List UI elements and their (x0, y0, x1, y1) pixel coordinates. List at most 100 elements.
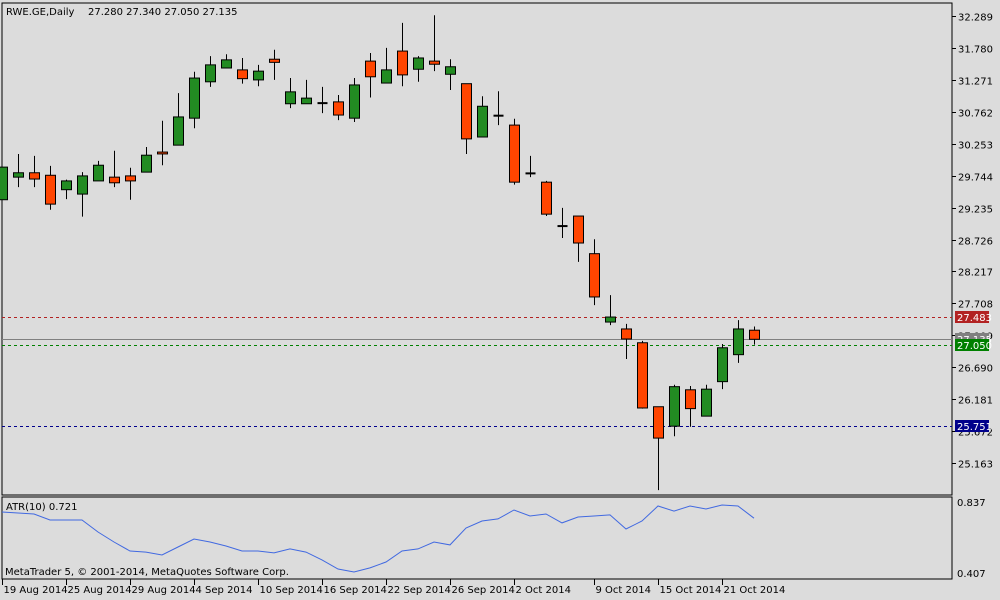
bullish-candle-body (141, 154, 152, 173)
candle (413, 56, 424, 82)
candle (349, 78, 360, 122)
price-axis-label: 28.217 (958, 268, 993, 279)
bearish-candle-body (461, 83, 472, 140)
candle (189, 71, 200, 129)
date-axis-label: 10 Sep 2014 (260, 585, 323, 596)
date-axis-label: 9 Oct 2014 (596, 585, 651, 596)
candle (669, 384, 680, 437)
candle (749, 326, 760, 345)
candle (573, 215, 584, 262)
bearish-candle-body (333, 101, 344, 116)
candle (157, 120, 168, 166)
price-chart[interactable]: 32.289 31.780 31.271 30.762 30.253 29.744 29.2… (0, 0, 1000, 600)
bullish-candle-body (285, 91, 296, 105)
bearish-candle-body (621, 328, 632, 340)
price-axis-label: 26.181 (958, 396, 993, 407)
candle (733, 320, 744, 363)
price-axis-label: 31.271 (958, 77, 993, 88)
bearish-candle-body (541, 181, 552, 215)
candle (93, 160, 104, 182)
candle (285, 78, 296, 109)
bullish-candle-body (205, 64, 216, 83)
candle (509, 118, 520, 185)
candle (653, 406, 664, 491)
candle (317, 86, 328, 114)
candle (253, 64, 264, 87)
candle (525, 155, 536, 178)
candle (333, 94, 344, 121)
bullish-candle-body (13, 172, 24, 178)
date-axis-label: 26 Sep 2014 (452, 585, 515, 596)
bullish-candle-body (381, 69, 392, 84)
atr-axis-bottom: 0.407 (957, 569, 986, 580)
candle (717, 344, 728, 390)
bearish-candle-body (237, 69, 248, 80)
bearish-candle-body (157, 151, 168, 155)
candle (493, 91, 504, 126)
date-axis-label: 15 Oct 2014 (660, 585, 722, 596)
symbol-info: RWE.GE,Daily (6, 7, 75, 18)
bearish-candle-body (269, 58, 280, 63)
candle (397, 22, 408, 87)
bearish-candle-body (29, 172, 40, 180)
bullish-candle-body (173, 116, 184, 146)
price-axis-label: 28.726 (958, 237, 993, 248)
candle (621, 323, 632, 360)
candle (589, 239, 600, 306)
candle (61, 179, 72, 200)
bullish-candle-body (445, 66, 456, 75)
candle (445, 59, 456, 90)
date-axis-label: 21 Oct 2014 (724, 585, 786, 596)
price-axis-label: 30.253 (958, 141, 993, 152)
bearish-candle-body (589, 253, 600, 298)
date-axis-label: 4 Sep 2014 (196, 585, 253, 596)
bullish-candle-body (349, 84, 360, 119)
bearish-candle-body (637, 342, 648, 409)
atr-line (1, 504, 755, 573)
candle (77, 172, 88, 217)
date-axis-label: 2 Oct 2014 (516, 585, 571, 596)
bearish-candle-body (509, 124, 520, 183)
candle (29, 155, 40, 188)
candle (141, 147, 152, 173)
atr-axis-top: 0.837 (957, 498, 986, 509)
bearish-candle-body (397, 50, 408, 76)
main-chart-frame (1, 2, 953, 496)
candle (125, 167, 136, 200)
date-axis-label: 19 Aug 2014 (4, 585, 68, 596)
candle (365, 52, 376, 98)
ohlc-readout: 27.280 27.340 27.050 27.135 (88, 7, 238, 18)
bearish-candle-body (125, 175, 136, 182)
price-axis-label: 26.690 (958, 364, 993, 375)
candle (0, 166, 8, 201)
bullish-candle-body (413, 57, 424, 70)
bullish-candle-body (253, 70, 264, 81)
price-axis-label: 25.163 (958, 460, 993, 471)
candle (541, 180, 552, 217)
copyright-text: MetaTrader 5, © 2001-2014, MetaQuotes So… (5, 567, 289, 578)
bullish-candle-body (0, 166, 8, 201)
candle (13, 153, 24, 188)
price-axis-label: 27.708 (958, 300, 993, 311)
candle (461, 83, 472, 154)
bullish-candle-body (717, 347, 728, 383)
price-axis-label: 31.780 (958, 45, 993, 56)
price-axis-label: 29.744 (958, 173, 993, 184)
candle (45, 165, 56, 210)
bullish-candle-body (477, 105, 488, 138)
candle (237, 57, 248, 84)
candle (557, 207, 568, 238)
candle (429, 15, 440, 72)
candle (685, 386, 696, 427)
candle (269, 49, 280, 80)
bullish-candle-body (221, 59, 232, 69)
bearish-candle-body (109, 176, 120, 184)
metatrader-chart-window[interactable]: 32.289 31.780 31.271 30.762 30.253 29.744 29.2… (0, 0, 1000, 600)
atr-label: ATR(10) 0.721 (6, 502, 77, 513)
price-axis-label: 32.289 (958, 13, 993, 24)
candle (205, 56, 216, 87)
candle (109, 150, 120, 188)
ask-line-price-label: 27.483 (957, 313, 992, 324)
bullish-candle-body (77, 175, 88, 195)
bearish-candle-body (45, 174, 56, 205)
